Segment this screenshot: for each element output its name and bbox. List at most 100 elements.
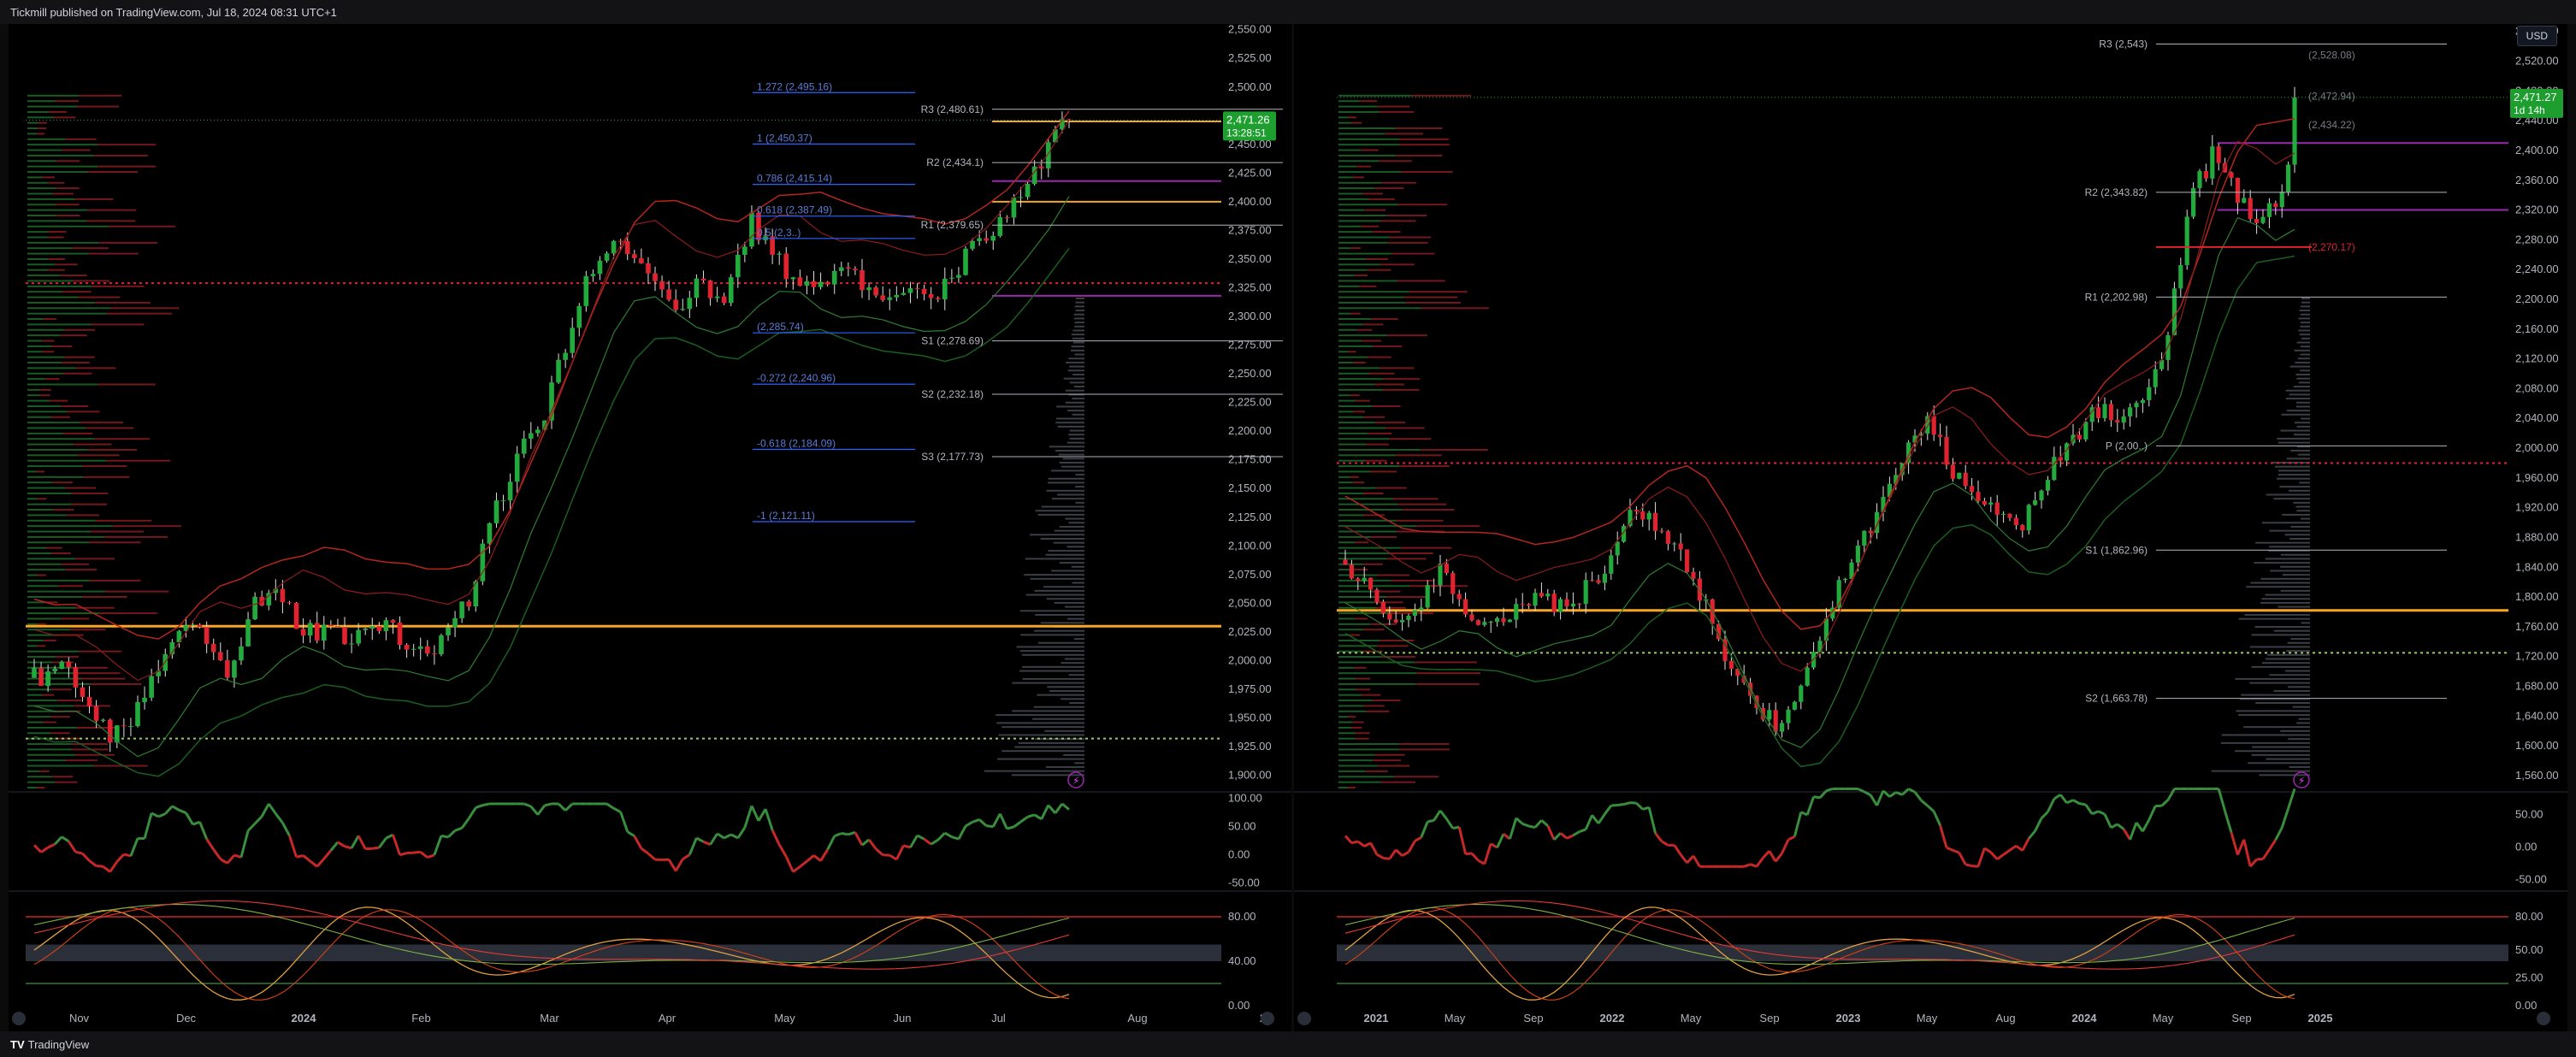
volume-profile-bar (1398, 204, 1448, 206)
volume-profile-bar (1372, 700, 1401, 702)
volume-profile-bar (1338, 247, 1351, 250)
volume-profile-bar (1415, 661, 1477, 664)
volume-profile-session-bar (2286, 458, 2310, 460)
volume-profile-bar (1338, 705, 1364, 707)
volume-profile-bar (95, 301, 151, 304)
volume-profile-bar (1415, 525, 1480, 528)
volume-profile-bar (27, 198, 75, 200)
volume-profile-bar (86, 220, 136, 222)
volume-profile-bar (1386, 596, 1427, 598)
volume-profile-bar (65, 569, 97, 571)
rsi-segment (109, 860, 119, 873)
rsi-segment (1483, 843, 1492, 865)
candle-down (1038, 166, 1044, 168)
candle-up (1615, 541, 1620, 556)
volume-profile-session-bar (1040, 538, 1084, 540)
rsi-axis-tick: 0.00 (2515, 841, 2537, 853)
volume-profile-bar (94, 438, 150, 440)
volume-profile-bar (56, 700, 82, 702)
candle-up (2033, 500, 2038, 505)
volume-profile-bar (1379, 160, 1412, 162)
volume-profile-session-bar (2286, 650, 2310, 653)
volume-profile-bar (1365, 770, 1388, 772)
volume-profile-bar (1380, 781, 1415, 783)
rsi-segment (1989, 851, 1999, 860)
volume-profile-bar (1338, 100, 1360, 103)
stoch-axis-tick: 40.00 (1228, 954, 1256, 967)
volume-profile-session-bar (2290, 525, 2310, 528)
rsi-segment (1680, 853, 1688, 864)
volume-profile-session-bar (1066, 546, 1084, 548)
y-axis-tick: 2,550.00 (1228, 24, 1272, 36)
rsi-segment (626, 830, 635, 837)
volume-profile-bar (1393, 498, 1439, 500)
x-axis-tick: May (1917, 1012, 1938, 1025)
volume-profile-session-bar (2301, 622, 2310, 624)
candle-up (611, 240, 617, 254)
volume-profile-bar (27, 656, 56, 658)
candle-up (728, 277, 734, 304)
candle-up (2286, 164, 2291, 192)
rsi-segment (1061, 802, 1070, 811)
volume-profile-bar (1362, 492, 1384, 494)
volume-profile-bar (27, 579, 90, 582)
volume-profile-bar (1403, 296, 1458, 298)
rsi-segment (81, 853, 91, 862)
chart-right-svg[interactable]: R3 (2,543) R2 (2,343.82) R1 (2,202.98) P (2… (1294, 24, 2567, 1031)
currency-button[interactable]: USD (2516, 26, 2557, 46)
volume-profile-bar (1353, 666, 1367, 669)
candle-down (1343, 559, 1348, 565)
volume-profile-bar (1387, 334, 1427, 337)
chart-panel-left[interactable]: 1.272 (2,495.16) 1 (2,450.37) 0.786 (2,415… (9, 23, 1291, 1031)
chart-panel-right[interactable]: R3 (2,543) R2 (2,343.82) R1 (2,202.98) P (2… (1294, 24, 2567, 1031)
volume-profile-bar (1338, 176, 1353, 179)
rsi-segment (1673, 844, 1682, 856)
volume-profile-bar (89, 579, 141, 582)
y-axis-tick: 2,280.00 (2515, 233, 2559, 245)
candle-up (1011, 197, 1017, 218)
candle-down (1685, 549, 1690, 573)
volume-profile-session-bar (2267, 653, 2310, 656)
candle-down (1944, 436, 1949, 465)
volume-profile-bar (1366, 710, 1390, 712)
chart-left-svg[interactable]: 1.272 (2,495.16) 1 (2,450.37) 0.786 (2,415… (9, 23, 1291, 1031)
candle-up (804, 280, 810, 286)
volume-profile-session-bar (1069, 381, 1084, 384)
candle-up (894, 294, 900, 298)
volume-profile-bar (1375, 606, 1406, 609)
volume-profile-session-bar (1063, 377, 1084, 380)
volume-profile-session-bar (1037, 513, 1084, 516)
rsi-segment (1579, 828, 1586, 833)
candle-up (452, 617, 458, 628)
rsi-segment (771, 830, 781, 846)
rsi-segment (1623, 801, 1631, 806)
volume-profile-session-bar (1050, 469, 1084, 472)
candle-up (1514, 604, 1519, 620)
volume-profile-bar (1338, 475, 1350, 478)
tradingview-logo[interactable]: TV TradingView (10, 1038, 89, 1051)
candle-down (770, 236, 775, 255)
volume-profile-session-bar (996, 758, 1084, 760)
candle-down (217, 652, 223, 661)
pivot-label: R2 (2,434.1) (926, 156, 984, 168)
rsi-segment (2166, 788, 2176, 801)
candle-up (576, 305, 582, 328)
volume-profile-session-bar (2255, 702, 2310, 705)
rsi-segment (2047, 798, 2056, 813)
rsi-segment (723, 833, 732, 840)
volume-profile-bar (49, 110, 67, 113)
volume-profile-bar (1399, 138, 1450, 140)
rsi-segment (867, 838, 877, 850)
volume-profile-bar (27, 378, 45, 381)
volume-profile-bar (1380, 639, 1415, 641)
y-axis-tick: 1,560.00 (2515, 769, 2559, 782)
volume-profile-bar (60, 275, 87, 277)
volume-profile-session-bar (2269, 546, 2310, 548)
volume-profile-session-bar (1074, 762, 1084, 765)
volume-profile-bar (1338, 470, 1371, 473)
volume-profile-bar (1402, 509, 1455, 511)
volume-profile-session-bar (2296, 722, 2310, 724)
volume-profile-session-bar (2287, 641, 2310, 644)
volume-profile-session-bar (2275, 465, 2310, 468)
volume-profile-session-bar (1072, 413, 1084, 416)
